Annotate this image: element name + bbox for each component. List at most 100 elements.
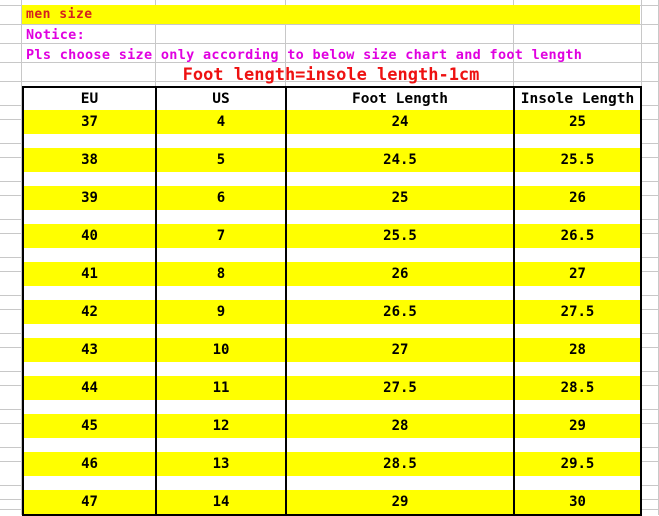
spacer-cell bbox=[513, 400, 642, 414]
spacer-cell bbox=[513, 362, 642, 376]
table-spacer-row bbox=[22, 324, 642, 338]
cell-us: 6 bbox=[155, 186, 287, 210]
spacer-cell bbox=[22, 210, 157, 224]
spacer-cell bbox=[285, 476, 515, 490]
table-row: 39 6 25 26 bbox=[22, 186, 642, 210]
cell-us: 5 bbox=[155, 148, 287, 172]
cell-foot-length: 27.5 bbox=[285, 376, 515, 400]
table-row: 40 7 25.5 26.5 bbox=[22, 224, 642, 248]
table-row: 38 5 24.5 25.5 bbox=[22, 148, 642, 172]
notice-instruction: Pls choose size only according to below … bbox=[26, 47, 583, 63]
cell-eu: 47 bbox=[22, 490, 157, 516]
cell-eu: 42 bbox=[22, 300, 157, 324]
cell-eu: 41 bbox=[22, 262, 157, 286]
cell-eu: 45 bbox=[22, 414, 157, 438]
table-row: 44 11 27.5 28.5 bbox=[22, 376, 642, 400]
table-header-row: EU US Foot Length Insole Length bbox=[22, 86, 642, 110]
table-spacer-row bbox=[22, 476, 642, 490]
spacer-cell bbox=[22, 476, 157, 490]
spacer-cell bbox=[155, 286, 287, 300]
spacer-cell bbox=[22, 438, 157, 452]
spacer-cell bbox=[513, 476, 642, 490]
cell-insole-length: 29 bbox=[513, 414, 642, 438]
spacer-cell bbox=[155, 476, 287, 490]
spacer-cell bbox=[22, 134, 157, 148]
cell-foot-length: 24 bbox=[285, 110, 515, 134]
spacer-cell bbox=[285, 438, 515, 452]
notice-heading: Notice: bbox=[26, 27, 85, 43]
spacer-cell bbox=[22, 286, 157, 300]
cell-insole-length: 27 bbox=[513, 262, 642, 286]
cell-us: 13 bbox=[155, 452, 287, 476]
table-row: 47 14 29 30 bbox=[22, 490, 642, 516]
cell-us: 12 bbox=[155, 414, 287, 438]
size-chart-table: EU US Foot Length Insole Length 37 4 24 25 38 5… bbox=[22, 86, 642, 516]
spacer-cell bbox=[513, 172, 642, 186]
cell-insole-length: 28 bbox=[513, 338, 642, 362]
spacer-cell bbox=[285, 134, 515, 148]
cell-foot-length: 24.5 bbox=[285, 148, 515, 172]
spacer-cell bbox=[22, 362, 157, 376]
table-spacer-row bbox=[22, 134, 642, 148]
spacer-cell bbox=[155, 134, 287, 148]
cell-insole-length: 28.5 bbox=[513, 376, 642, 400]
spacer-cell bbox=[155, 324, 287, 338]
spacer-cell bbox=[285, 248, 515, 262]
spacer-cell bbox=[155, 172, 287, 186]
column-header-eu: EU bbox=[22, 86, 157, 110]
spacer-cell bbox=[155, 210, 287, 224]
spacer-cell bbox=[155, 248, 287, 262]
spacer-cell bbox=[513, 134, 642, 148]
spacer-cell bbox=[513, 286, 642, 300]
spacer-cell bbox=[513, 210, 642, 224]
spacer-cell bbox=[22, 400, 157, 414]
table-spacer-row bbox=[22, 362, 642, 376]
cell-us: 4 bbox=[155, 110, 287, 134]
cell-insole-length: 26 bbox=[513, 186, 642, 210]
spacer-cell bbox=[285, 210, 515, 224]
spacer-cell bbox=[155, 400, 287, 414]
cell-eu: 37 bbox=[22, 110, 157, 134]
cell-foot-length: 26.5 bbox=[285, 300, 515, 324]
column-header-foot-length: Foot Length bbox=[285, 86, 515, 110]
cell-us: 7 bbox=[155, 224, 287, 248]
spacer-cell bbox=[513, 324, 642, 338]
cell-eu: 40 bbox=[22, 224, 157, 248]
cell-insole-length: 26.5 bbox=[513, 224, 642, 248]
spacer-cell bbox=[513, 438, 642, 452]
cell-foot-length: 26 bbox=[285, 262, 515, 286]
table-row: 43 10 27 28 bbox=[22, 338, 642, 362]
cell-insole-length: 25 bbox=[513, 110, 642, 134]
table-row: 41 8 26 27 bbox=[22, 262, 642, 286]
spacer-cell bbox=[513, 248, 642, 262]
spacer-cell bbox=[22, 248, 157, 262]
cell-foot-length: 27 bbox=[285, 338, 515, 362]
spacer-cell bbox=[285, 362, 515, 376]
table-row: 37 4 24 25 bbox=[22, 110, 642, 134]
cell-insole-length: 30 bbox=[513, 490, 642, 516]
table-row: 46 13 28.5 29.5 bbox=[22, 452, 642, 476]
table-spacer-row bbox=[22, 210, 642, 224]
size-chart-sheet: men size Notice: Pls choose size only ac… bbox=[0, 0, 659, 516]
table-row: 45 12 28 29 bbox=[22, 414, 642, 438]
cell-foot-length: 28 bbox=[285, 414, 515, 438]
cell-foot-length: 28.5 bbox=[285, 452, 515, 476]
spacer-cell bbox=[285, 172, 515, 186]
gridline-horizontal bbox=[0, 43, 659, 44]
formula-text: Foot length=insole length-1cm bbox=[182, 65, 480, 85]
table-spacer-row bbox=[22, 438, 642, 452]
cell-insole-length: 27.5 bbox=[513, 300, 642, 324]
spacer-cell bbox=[155, 438, 287, 452]
cell-eu: 44 bbox=[22, 376, 157, 400]
cell-eu: 46 bbox=[22, 452, 157, 476]
men-size-label: men size bbox=[26, 7, 93, 22]
table-body: 37 4 24 25 38 5 24.5 25.5 39 6 25 26 40 7 25.5 26.5 … bbox=[22, 110, 642, 516]
spacer-cell bbox=[285, 286, 515, 300]
cell-insole-length: 25.5 bbox=[513, 148, 642, 172]
table-spacer-row bbox=[22, 172, 642, 186]
cell-foot-length: 25 bbox=[285, 186, 515, 210]
cell-us: 8 bbox=[155, 262, 287, 286]
cell-us: 14 bbox=[155, 490, 287, 516]
spacer-cell bbox=[285, 324, 515, 338]
column-header-insole-length: Insole Length bbox=[513, 86, 642, 110]
